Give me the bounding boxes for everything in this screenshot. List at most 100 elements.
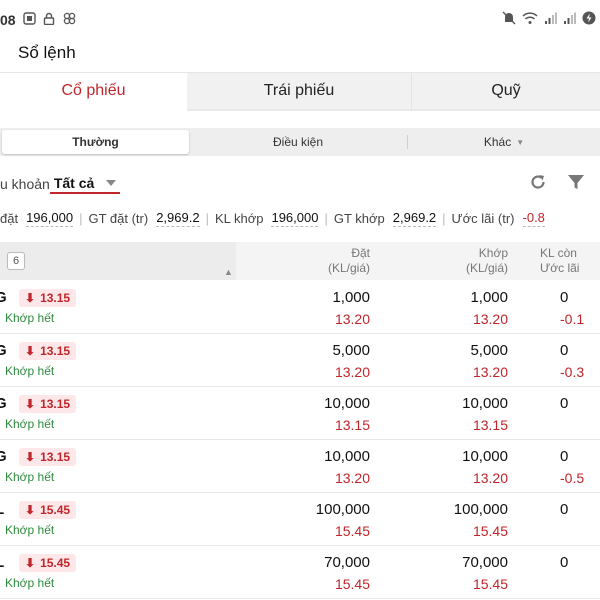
column-header-matched[interactable]: Khớp (KL/giá)	[408, 246, 508, 276]
order-volume: 70,000	[324, 554, 370, 571]
table-row[interactable]: L ⬇15.45 Khớp hết 100,000 15.45 100,000 …	[0, 493, 600, 546]
tab-funds[interactable]: Quỹ	[412, 73, 600, 111]
price-badge-value: 15.45	[40, 503, 71, 517]
order-status: Khớp hết	[5, 364, 55, 378]
remaining-volume: 0	[560, 554, 569, 571]
price-badge-value: 13.15	[40, 450, 71, 464]
matched-price: 13.20	[472, 311, 508, 327]
summary-profit-label: Ước lãi (tr)	[451, 210, 515, 226]
tab-bonds[interactable]: Trái phiếu	[187, 73, 412, 111]
estimated-profit: -0.5	[560, 470, 585, 486]
segment-other[interactable]: Khác ▼	[408, 130, 600, 154]
account-label: u khoản	[0, 176, 50, 192]
column-header-order-title: Đặt	[351, 246, 370, 260]
row-symbol: L	[0, 501, 4, 518]
row-symbol: L	[0, 554, 4, 571]
status-time: 08	[0, 12, 16, 28]
order-status: Khớp hết	[5, 523, 55, 537]
caret-down-icon	[106, 179, 117, 186]
price-badge-value: 13.15	[40, 291, 71, 305]
row-symbol: G	[0, 289, 7, 306]
account-select[interactable]: Tất cả	[49, 175, 121, 194]
order-price: 13.20	[334, 311, 370, 327]
arrow-down-icon: ⬇	[25, 291, 36, 305]
remaining-volume: 0	[560, 448, 569, 465]
order-price: 15.45	[334, 523, 370, 539]
price-badge: ⬇ 13.15	[19, 289, 77, 307]
table-header-symbol: 6 ▲	[0, 242, 236, 280]
arrow-down-icon: ⬇	[25, 450, 36, 464]
price-badge: ⬇ 15.45	[19, 554, 77, 572]
matched-volume: 1,000	[470, 289, 508, 306]
segment-normal[interactable]: Thường	[2, 130, 189, 154]
order-volume: 10,000	[324, 395, 370, 412]
segment-other-label: Khác	[483, 135, 512, 149]
segment-condition[interactable]: Điều kiện	[189, 130, 407, 154]
order-volume: 1,000	[332, 289, 370, 306]
column-header-remaining[interactable]: KL còn Ước lãi	[540, 246, 600, 276]
remaining-volume: 0	[560, 501, 569, 518]
row-symbol: G	[0, 395, 7, 412]
signal-icon	[563, 12, 576, 30]
tab-stocks[interactable]: Cổ phiếu	[0, 73, 187, 111]
summary-match-vol: 196,000	[271, 209, 319, 227]
order-volume: 5,000	[332, 342, 370, 359]
summary-match-val: 2,969.2	[392, 209, 437, 227]
battery-icon	[582, 11, 596, 30]
column-header-order[interactable]: Đặt (KL/giá)	[268, 246, 370, 276]
table-row[interactable]: L ⬇ 15.45 Khớp hết 70,000 15.45 70,000 15…	[0, 546, 600, 599]
order-price: 13.20	[334, 470, 370, 486]
refresh-icon[interactable]	[528, 172, 548, 197]
column-header-remaining-sub: Ước lãi	[540, 261, 580, 275]
table-row[interactable]: G ⬇ 13.15 Khớp hết 10,000 13.20 10,000 13…	[0, 440, 600, 493]
price-badge: ⬇ 13.15	[19, 342, 77, 360]
matched-volume: 100,000	[453, 501, 508, 518]
summary-order-val-label: GT đặt (tr)	[88, 210, 149, 226]
order-volume: 10,000	[324, 448, 370, 465]
matched-volume: 10,000	[462, 395, 508, 412]
estimated-profit: -0.1	[560, 311, 585, 327]
summary-separator: |	[205, 210, 209, 226]
order-price: 13.15	[334, 417, 370, 433]
app-header: Sổ lệnh	[0, 38, 600, 72]
table-header: 6 ▲ Đặt (KL/giá) Khớp (KL/giá) KL còn Ướ…	[0, 242, 600, 280]
arrow-down-icon: ⬇	[25, 397, 36, 411]
asset-tabs: Cổ phiếu Trái phiếu Quỹ	[0, 73, 600, 113]
screenshot-icon	[22, 11, 36, 25]
price-badge: ⬇ 13.15	[19, 448, 77, 466]
table-row[interactable]: G ⬇ 13.15 Khớp hết 1,000 13.20 1,000 13.2…	[0, 281, 600, 334]
summary-bar: đặt 196,000 | GT đặt (tr) 2,969.2 | KL k…	[0, 208, 600, 228]
column-header-remaining-title: KL còn	[540, 246, 577, 260]
page-title: Sổ lệnh	[18, 43, 76, 62]
price-badge: ⬇ 13.15	[19, 395, 77, 413]
matched-price: 15.45	[472, 523, 508, 539]
table-row[interactable]: G ⬇ 13.15 Khớp hết 10,000 13.15 10,000 13…	[0, 387, 600, 440]
summary-match-val-label: GT khớp	[333, 210, 385, 226]
order-status: Khớp hết	[5, 470, 55, 484]
arrow-down-icon: ⬇	[25, 556, 36, 570]
matched-price: 13.20	[472, 470, 508, 486]
toolbar	[528, 172, 586, 197]
sort-icon[interactable]: ▲	[224, 267, 233, 277]
order-count-badge: 6	[7, 252, 25, 270]
mute-icon	[502, 11, 516, 30]
estimated-profit: -0.3	[560, 364, 585, 380]
matched-volume: 5,000	[470, 342, 508, 359]
matched-price: 15.45	[472, 576, 508, 592]
order-status: Khớp hết	[5, 311, 55, 325]
signal-icon	[544, 12, 557, 30]
remaining-volume: 0	[560, 289, 569, 306]
summary-order-vol-label: đặt	[0, 210, 19, 226]
table-row[interactable]: G ⬇ 13.15 Khớp hết 5,000 13.20 5,000 13.2…	[0, 334, 600, 387]
order-status: Khớp hết	[5, 417, 55, 431]
remaining-volume: 0	[560, 342, 569, 359]
order-type-segment: Thường Điều kiện Khác ▼	[0, 128, 600, 156]
filter-icon[interactable]	[566, 172, 586, 197]
column-header-order-sub: (KL/giá)	[327, 261, 370, 275]
order-status: Khớp hết	[5, 576, 55, 590]
summary-separator: |	[442, 210, 446, 226]
summary-order-vol: 196,000	[26, 209, 74, 227]
column-header-matched-sub: (KL/giá)	[465, 261, 508, 275]
summary-separator: |	[79, 210, 83, 226]
summary-order-val: 2,969.2	[156, 209, 200, 227]
